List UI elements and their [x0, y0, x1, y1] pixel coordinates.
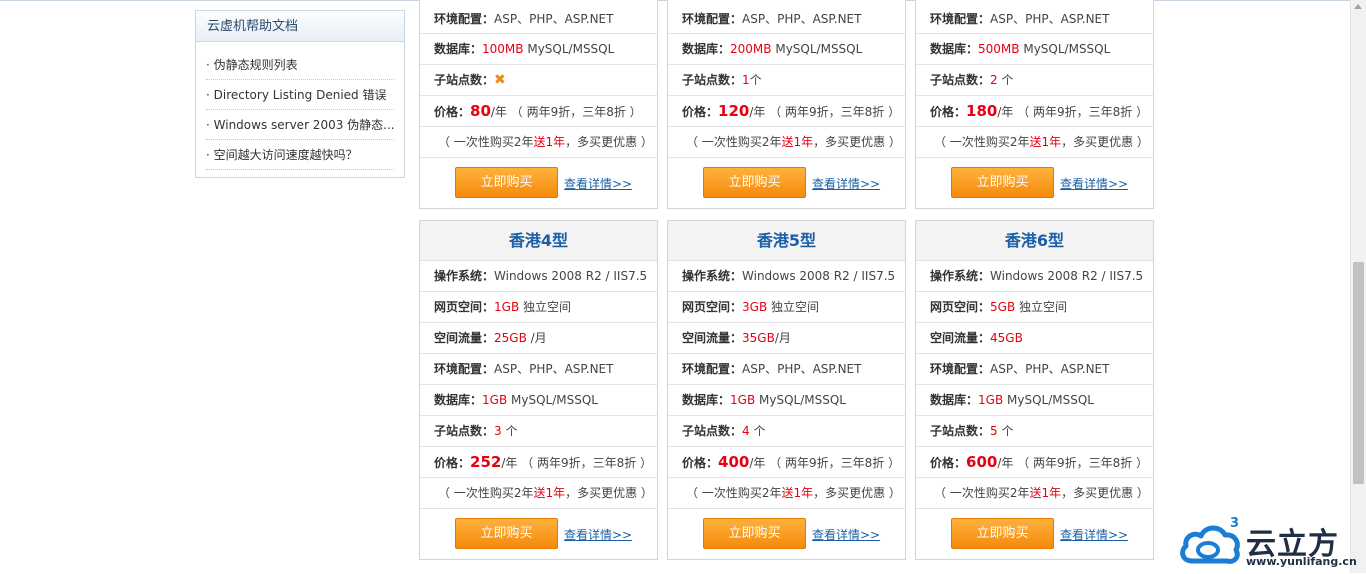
plan-title: 香港5型 [668, 221, 905, 261]
view-details-link[interactable]: 查看详情>> [1060, 175, 1128, 192]
help-doc-link-directory-listing[interactable]: · Directory Listing Denied 错误 [206, 80, 394, 110]
env-row: 环境配置：ASP、PHP、ASP.NET [420, 354, 657, 385]
view-details-link[interactable]: 查看详情>> [1060, 526, 1128, 543]
logo-badge: 3 [1230, 516, 1239, 531]
space-row: 网页空间：5GB 独立空间 [916, 292, 1153, 323]
price-row: 价格：120/年 （ 两年9折，三年8折 ） [668, 96, 905, 127]
scrollbar-thumb[interactable] [1353, 262, 1364, 484]
env-row: 环境配置：ASP、PHP、ASP.NET [916, 0, 1153, 34]
plan-card-top-3: 环境配置：ASP、PHP、ASP.NET 数据库：500MB MySQL/MSS… [915, 0, 1154, 209]
buy-now-button[interactable]: 立即购买 [455, 518, 558, 549]
env-row: 环境配置：ASP、PHP、ASP.NET [668, 0, 905, 34]
help-doc-link-rewrite-rules[interactable]: · 伪静态规则列表 [206, 50, 394, 80]
os-row: 操作系统：Windows 2008 R2 / IIS7.5 [916, 261, 1153, 292]
yunlifang-logo: 3 云立方 www.yunlifang.cn [1178, 515, 1357, 571]
db-row: 数据库：500MB MySQL/MSSQL [916, 34, 1153, 65]
plan-card-top-2: 环境配置：ASP、PHP、ASP.NET 数据库：200MB MySQL/MSS… [667, 0, 906, 209]
plan-card-hk5: 香港5型 操作系统：Windows 2008 R2 / IIS7.5 网页空间：… [667, 220, 906, 560]
buy-now-button[interactable]: 立即购买 [951, 518, 1054, 549]
help-doc-link-win2003-rewrite[interactable]: · Windows server 2003 伪静态... [206, 110, 394, 140]
traffic-row: 空间流量：45GB [916, 323, 1153, 354]
buy-now-button[interactable]: 立即购买 [951, 167, 1054, 198]
scroll-up-arrow-icon[interactable] [1354, 4, 1362, 9]
buy-now-button[interactable]: 立即购买 [703, 518, 806, 549]
traffic-row: 空间流量：35GB/月 [668, 323, 905, 354]
card-actions: 立即购买 查看详情>> [668, 509, 905, 559]
card-actions: 立即购买 查看详情>> [420, 158, 657, 208]
sites-row: 子站点数：4 个 [668, 416, 905, 447]
help-docs-list: · 伪静态规则列表 · Directory Listing Denied 错误 … [196, 42, 404, 170]
space-row: 网页空间：3GB 独立空间 [668, 292, 905, 323]
view-details-link[interactable]: 查看详情>> [564, 175, 632, 192]
price-row: 价格：400/年 （ 两年9折，三年8折 ） [668, 447, 905, 478]
promo-row: （ 一次性购买2年送1年，多买更优惠 ） [668, 478, 905, 509]
logo-url: www.yunlifang.cn [1246, 555, 1357, 568]
traffic-row: 空间流量：25GB /月 [420, 323, 657, 354]
os-row: 操作系统：Windows 2008 R2 / IIS7.5 [420, 261, 657, 292]
db-row: 数据库：100MB MySQL/MSSQL [420, 34, 657, 65]
db-row: 数据库：1GB MySQL/MSSQL [916, 385, 1153, 416]
view-details-link[interactable]: 查看详情>> [812, 526, 880, 543]
promo-row: （ 一次性购买2年送1年，多买更优惠 ） [916, 127, 1153, 158]
space-row: 网页空间：1GB 独立空间 [420, 292, 657, 323]
view-details-link[interactable]: 查看详情>> [812, 175, 880, 192]
env-row: 环境配置：ASP、PHP、ASP.NET [916, 354, 1153, 385]
price-row: 价格：252/年 （ 两年9折，三年8折 ） [420, 447, 657, 478]
help-doc-link-space-speed[interactable]: · 空间越大访问速度越快吗？ [206, 140, 394, 170]
sites-row: 子站点数：1个 [668, 65, 905, 96]
price-row: 价格：600/年 （ 两年9折，三年8折 ） [916, 447, 1153, 478]
plan-card-top-1: 环境配置：ASP、PHP、ASP.NET 数据库：100MB MySQL/MSS… [419, 0, 658, 209]
plan-title: 香港4型 [420, 221, 657, 261]
view-details-link[interactable]: 查看详情>> [564, 526, 632, 543]
promo-row: （ 一次性购买2年送1年，多买更优惠 ） [420, 127, 657, 158]
promo-row: （ 一次性购买2年送1年，多买更优惠 ） [916, 478, 1153, 509]
page-scrollbar[interactable] [1350, 0, 1366, 573]
sites-row: 子站点数：✖ [420, 65, 657, 96]
plan-card-hk4: 香港4型 操作系统：Windows 2008 R2 / IIS7.5 网页空间：… [419, 220, 658, 560]
promo-row: （ 一次性购买2年送1年，多买更优惠 ） [420, 478, 657, 509]
os-row: 操作系统：Windows 2008 R2 / IIS7.5 [668, 261, 905, 292]
unavailable-cross-icon: ✖ [494, 72, 506, 88]
card-actions: 立即购买 查看详情>> [668, 158, 905, 208]
db-row: 数据库：200MB MySQL/MSSQL [668, 34, 905, 65]
card-actions: 立即购买 查看详情>> [420, 509, 657, 559]
sites-row: 子站点数：2 个 [916, 65, 1153, 96]
env-row: 环境配置：ASP、PHP、ASP.NET [420, 0, 657, 34]
db-row: 数据库：1GB MySQL/MSSQL [668, 385, 905, 416]
help-docs-panel: 云虚机帮助文档 · 伪静态规则列表 · Directory Listing De… [195, 10, 405, 178]
plan-title: 香港6型 [916, 221, 1153, 261]
plan-card-hk6: 香港6型 操作系统：Windows 2008 R2 / IIS7.5 网页空间：… [915, 220, 1154, 560]
card-actions: 立即购买 查看详情>> [916, 158, 1153, 208]
price-row: 价格：180/年 （ 两年9折，三年8折 ） [916, 96, 1153, 127]
db-row: 数据库：1GB MySQL/MSSQL [420, 385, 657, 416]
buy-now-button[interactable]: 立即购买 [455, 167, 558, 198]
card-actions: 立即购买 查看详情>> [916, 509, 1153, 559]
cloud-logo-icon: 3 [1180, 516, 1240, 564]
buy-now-button[interactable]: 立即购买 [703, 167, 806, 198]
env-row: 环境配置：ASP、PHP、ASP.NET [668, 354, 905, 385]
price-row: 价格：80/年 （ 两年9折，三年8折 ） [420, 96, 657, 127]
promo-row: （ 一次性购买2年送1年，多买更优惠 ） [668, 127, 905, 158]
sites-row: 子站点数：3 个 [420, 416, 657, 447]
help-docs-title: 云虚机帮助文档 [196, 11, 404, 42]
sites-row: 子站点数：5 个 [916, 416, 1153, 447]
